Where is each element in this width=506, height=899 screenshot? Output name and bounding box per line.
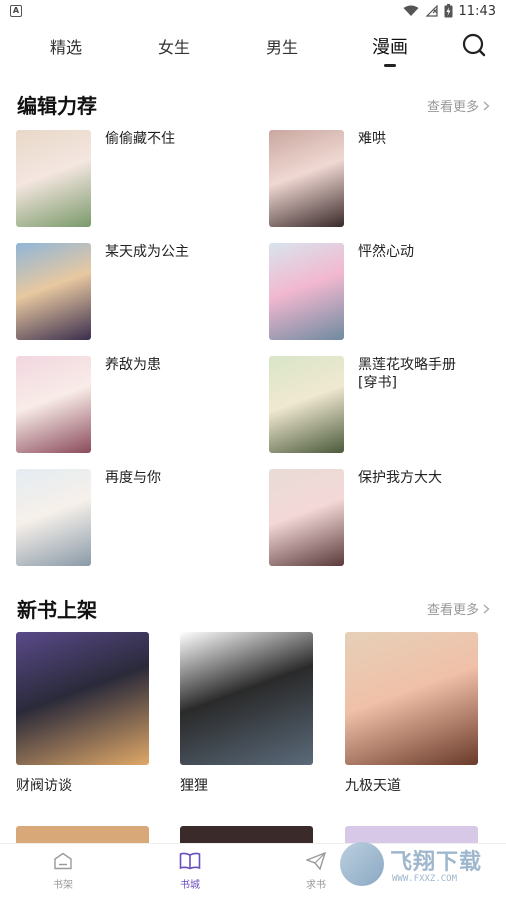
- editor-pick-item[interactable]: 怦然心动: [269, 243, 499, 343]
- watermark-logo-icon: [340, 842, 384, 886]
- nav-bookshelf[interactable]: 书架: [33, 852, 93, 891]
- book-cover[interactable]: [345, 632, 478, 765]
- editor-picks-title: 编辑力荐: [17, 94, 97, 118]
- book-title[interactable]: 黑莲花攻略手册 [穿书]: [358, 356, 498, 392]
- book-title[interactable]: 怦然心动: [358, 243, 498, 261]
- category-tabs: 精选 女生 男生 漫画: [0, 28, 506, 72]
- chevron-right-icon: [483, 603, 490, 614]
- new-books-title: 新书上架: [17, 598, 97, 622]
- book-cover[interactable]: [269, 356, 344, 453]
- battery-icon: [444, 4, 453, 18]
- no-signal-icon: [425, 5, 438, 17]
- book-cover[interactable]: [269, 130, 344, 227]
- book-title[interactable]: 财阀访谈: [16, 775, 149, 795]
- book-cover[interactable]: [269, 469, 344, 566]
- more-label: 查看更多: [426, 603, 479, 618]
- chevron-right-icon: [483, 100, 490, 111]
- book-cover[interactable]: [16, 632, 149, 765]
- tab-comics[interactable]: 漫画: [372, 33, 408, 59]
- tab-male[interactable]: 男生: [266, 34, 298, 58]
- book-title[interactable]: 狸狸: [180, 775, 313, 795]
- tab-female[interactable]: 女生: [158, 34, 190, 58]
- nav-label: 求书: [306, 880, 326, 891]
- nav-label: 书城: [180, 880, 200, 891]
- book-title[interactable]: 养敌为患: [105, 356, 245, 374]
- clock: 11:43: [458, 3, 496, 19]
- search-icon[interactable]: [461, 32, 487, 58]
- book-cover[interactable]: [16, 356, 91, 453]
- editor-pick-item[interactable]: 某天成为公主: [16, 243, 246, 343]
- book-title[interactable]: 保护我方大大: [358, 469, 498, 487]
- book-cover[interactable]: [16, 469, 91, 566]
- nav-label: 书架: [53, 880, 73, 891]
- watermark-text: 飞翔下载: [390, 850, 483, 875]
- nav-bookstore[interactable]: 书城: [160, 852, 220, 891]
- book-title[interactable]: 再度与你: [105, 469, 245, 487]
- editor-pick-item[interactable]: 养敌为患: [16, 356, 246, 456]
- status-bar: A 11:43: [0, 0, 506, 22]
- editor-pick-item[interactable]: 保护我方大大: [269, 469, 499, 569]
- wifi-icon: [403, 5, 419, 16]
- tab-featured[interactable]: 精选: [50, 34, 82, 58]
- editor-pick-item[interactable]: 黑莲花攻略手册 [穿书]: [269, 356, 499, 456]
- new-books-more-link[interactable]: 查看更多: [427, 599, 490, 618]
- book-title[interactable]: 难哄: [358, 130, 498, 148]
- notification-badge-icon: A: [10, 5, 22, 17]
- new-book-item[interactable]: 九极天道: [345, 632, 478, 795]
- editor-picks-more-link[interactable]: 查看更多: [427, 96, 490, 115]
- editor-pick-item[interactable]: 难哄: [269, 130, 499, 230]
- new-book-item[interactable]: 财阀访谈: [16, 632, 149, 795]
- book-cover[interactable]: [269, 243, 344, 340]
- book-cover[interactable]: [180, 632, 313, 765]
- book-cover[interactable]: [16, 130, 91, 227]
- editor-pick-item[interactable]: 偷偷藏不住: [16, 130, 246, 230]
- watermark-url: WWW.FXXZ.COM: [392, 874, 458, 884]
- more-label: 查看更多: [426, 100, 479, 115]
- watermark: 飞翔下载 WWW.FXXZ.COM: [340, 838, 506, 890]
- new-book-item[interactable]: 狸狸: [180, 632, 313, 795]
- bookshelf-icon: [54, 852, 72, 870]
- paper-plane-icon: [306, 852, 326, 870]
- book-title[interactable]: 某天成为公主: [105, 243, 245, 261]
- book-cover[interactable]: [16, 243, 91, 340]
- book-title[interactable]: 偷偷藏不住: [105, 130, 245, 148]
- active-tab-indicator: [384, 64, 396, 67]
- open-book-icon: [179, 852, 201, 870]
- nav-request-book[interactable]: 求书: [286, 852, 346, 891]
- book-title[interactable]: 九极天道: [345, 775, 478, 795]
- editor-pick-item[interactable]: 再度与你: [16, 469, 246, 569]
